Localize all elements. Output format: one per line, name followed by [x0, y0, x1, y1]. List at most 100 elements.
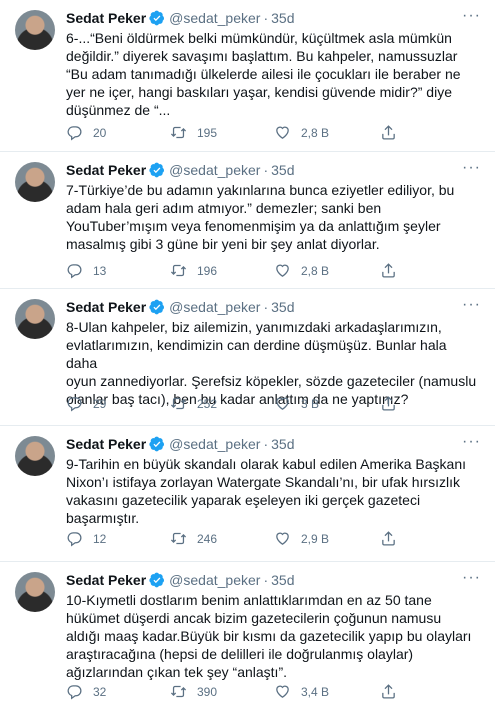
avatar[interactable]: [15, 162, 55, 202]
separator-dot: ·: [263, 10, 269, 26]
retweet-icon: [170, 397, 187, 410]
like-button[interactable]: 2,9 B: [274, 530, 380, 547]
retweet-count: 252: [197, 396, 218, 411]
reply-button[interactable]: 13: [66, 262, 170, 279]
tweet-timestamp[interactable]: 35d: [271, 298, 294, 316]
retweet-count: 390: [197, 684, 218, 699]
author-name[interactable]: Sedat Peker: [66, 161, 146, 179]
tweet-content: Sedat Peker @sedat_peker · 35d ··· 8-Ula…: [66, 297, 481, 408]
retweet-button[interactable]: 195: [170, 124, 274, 141]
tweet[interactable]: Sedat Peker @sedat_peker · 35d ··· 9-Tar…: [0, 426, 495, 562]
more-horizontal-icon[interactable]: ···: [462, 8, 481, 24]
like-count: 3 B: [301, 396, 320, 411]
like-icon: [276, 126, 289, 139]
share-icon: [382, 684, 395, 699]
reply-icon: [67, 126, 82, 141]
retweet-button[interactable]: 252: [170, 395, 274, 412]
share-icon: [382, 396, 395, 411]
share-button[interactable]: [380, 683, 420, 700]
tweet[interactable]: Sedat Peker @sedat_peker · 35d ··· 7-Tür…: [0, 152, 495, 289]
tweet-actions: 20 195 2,8 B: [66, 124, 420, 141]
like-count: 2,8 B: [301, 263, 330, 278]
retweet-icon: [170, 532, 187, 545]
author-name[interactable]: Sedat Peker: [66, 435, 146, 453]
reply-button[interactable]: 12: [66, 530, 170, 547]
author-handle[interactable]: @sedat_peker: [169, 571, 260, 589]
share-icon: [382, 531, 395, 546]
more-horizontal-icon[interactable]: ···: [462, 297, 481, 313]
tweet-text: 6-...“Beni öldürmek belki mümkündür, küç…: [66, 30, 461, 118]
timeline: Sedat Peker @sedat_peker · 35d ··· 6-...…: [0, 0, 495, 711]
more-horizontal-icon[interactable]: ···: [462, 570, 481, 586]
tweet-header: Sedat Peker @sedat_peker · 35d: [66, 9, 481, 27]
like-button[interactable]: 3 B: [274, 395, 380, 412]
tweet-timestamp[interactable]: 35d: [271, 435, 294, 453]
share-button[interactable]: [380, 262, 420, 279]
reply-count: 32: [93, 684, 107, 699]
reply-icon: [67, 264, 82, 279]
retweet-count: 246: [197, 531, 218, 546]
tweet-text: 9-Tarihin en büyük skandalı olarak kabul…: [66, 456, 467, 526]
share-button[interactable]: [380, 124, 420, 141]
author-handle[interactable]: @sedat_peker: [169, 161, 260, 179]
reply-count: 29: [93, 396, 107, 411]
share-button[interactable]: [380, 395, 420, 412]
verified-badge-icon: [149, 299, 165, 315]
verified-badge-icon: [149, 162, 165, 178]
tweet-content: Sedat Peker @sedat_peker · 35d ··· 6-...…: [66, 8, 481, 119]
reply-icon: [67, 685, 82, 700]
more-horizontal-icon[interactable]: ···: [462, 434, 481, 450]
tweet-timestamp[interactable]: 35d: [271, 9, 294, 27]
reply-button[interactable]: 32: [66, 683, 170, 700]
tweet-content: Sedat Peker @sedat_peker · 35d ··· 7-Tür…: [66, 160, 481, 253]
tweet-actions: 13 196 2,8 B: [66, 262, 420, 279]
retweet-count: 195: [197, 125, 218, 140]
tweet-actions: 29 252 3 B: [66, 395, 420, 412]
like-button[interactable]: 3,4 B: [274, 683, 380, 700]
retweet-button[interactable]: 390: [170, 683, 274, 700]
tweet-header: Sedat Peker @sedat_peker · 35d: [66, 161, 481, 179]
tweet-text: 10-Kıymetli dostlarım benim anlattıkları…: [66, 592, 472, 680]
retweet-icon: [170, 126, 187, 139]
tweet-timestamp[interactable]: 35d: [271, 161, 294, 179]
author-handle[interactable]: @sedat_peker: [169, 298, 260, 316]
avatar[interactable]: [15, 436, 55, 476]
avatar[interactable]: [15, 299, 55, 339]
author-name[interactable]: Sedat Peker: [66, 9, 146, 27]
separator-dot: ·: [263, 436, 269, 452]
author-handle[interactable]: @sedat_peker: [169, 435, 260, 453]
reply-button[interactable]: 29: [66, 395, 170, 412]
author-handle[interactable]: @sedat_peker: [169, 9, 260, 27]
reply-icon: [67, 532, 82, 547]
author-name[interactable]: Sedat Peker: [66, 571, 146, 589]
retweet-button[interactable]: 246: [170, 530, 274, 547]
share-icon: [382, 125, 395, 140]
tweet[interactable]: Sedat Peker @sedat_peker · 35d ··· 10-Kı…: [0, 562, 495, 711]
more-horizontal-icon[interactable]: ···: [462, 160, 481, 176]
tweet-actions: 12 246 2,9 B: [66, 530, 420, 547]
avatar[interactable]: [15, 572, 55, 612]
like-button[interactable]: 2,8 B: [274, 124, 380, 141]
like-icon: [276, 264, 289, 277]
tweet-timestamp[interactable]: 35d: [271, 571, 294, 589]
retweet-icon: [170, 685, 187, 698]
like-button[interactable]: 2,8 B: [274, 262, 380, 279]
tweet-header: Sedat Peker @sedat_peker · 35d: [66, 298, 481, 316]
avatar[interactable]: [15, 10, 55, 50]
author-name[interactable]: Sedat Peker: [66, 298, 146, 316]
reply-count: 12: [93, 531, 107, 546]
verified-badge-icon: [149, 436, 165, 452]
retweet-button[interactable]: 196: [170, 262, 274, 279]
reply-button[interactable]: 20: [66, 124, 170, 141]
tweet[interactable]: Sedat Peker @sedat_peker · 35d ··· 8-Ula…: [0, 289, 495, 426]
tweet-content: Sedat Peker @sedat_peker · 35d ··· 9-Tar…: [66, 434, 481, 527]
retweet-icon: [170, 264, 187, 277]
tweet-text: 7-Türkiye’de bu adamın yakınlarına bunca…: [66, 182, 455, 252]
reply-count: 20: [93, 125, 107, 140]
share-button[interactable]: [380, 530, 420, 547]
tweet[interactable]: Sedat Peker @sedat_peker · 35d ··· 6-...…: [0, 0, 495, 152]
like-count: 3,4 B: [301, 684, 330, 699]
like-count: 2,8 B: [301, 125, 330, 140]
reply-icon: [67, 397, 82, 412]
reply-count: 13: [93, 263, 107, 278]
